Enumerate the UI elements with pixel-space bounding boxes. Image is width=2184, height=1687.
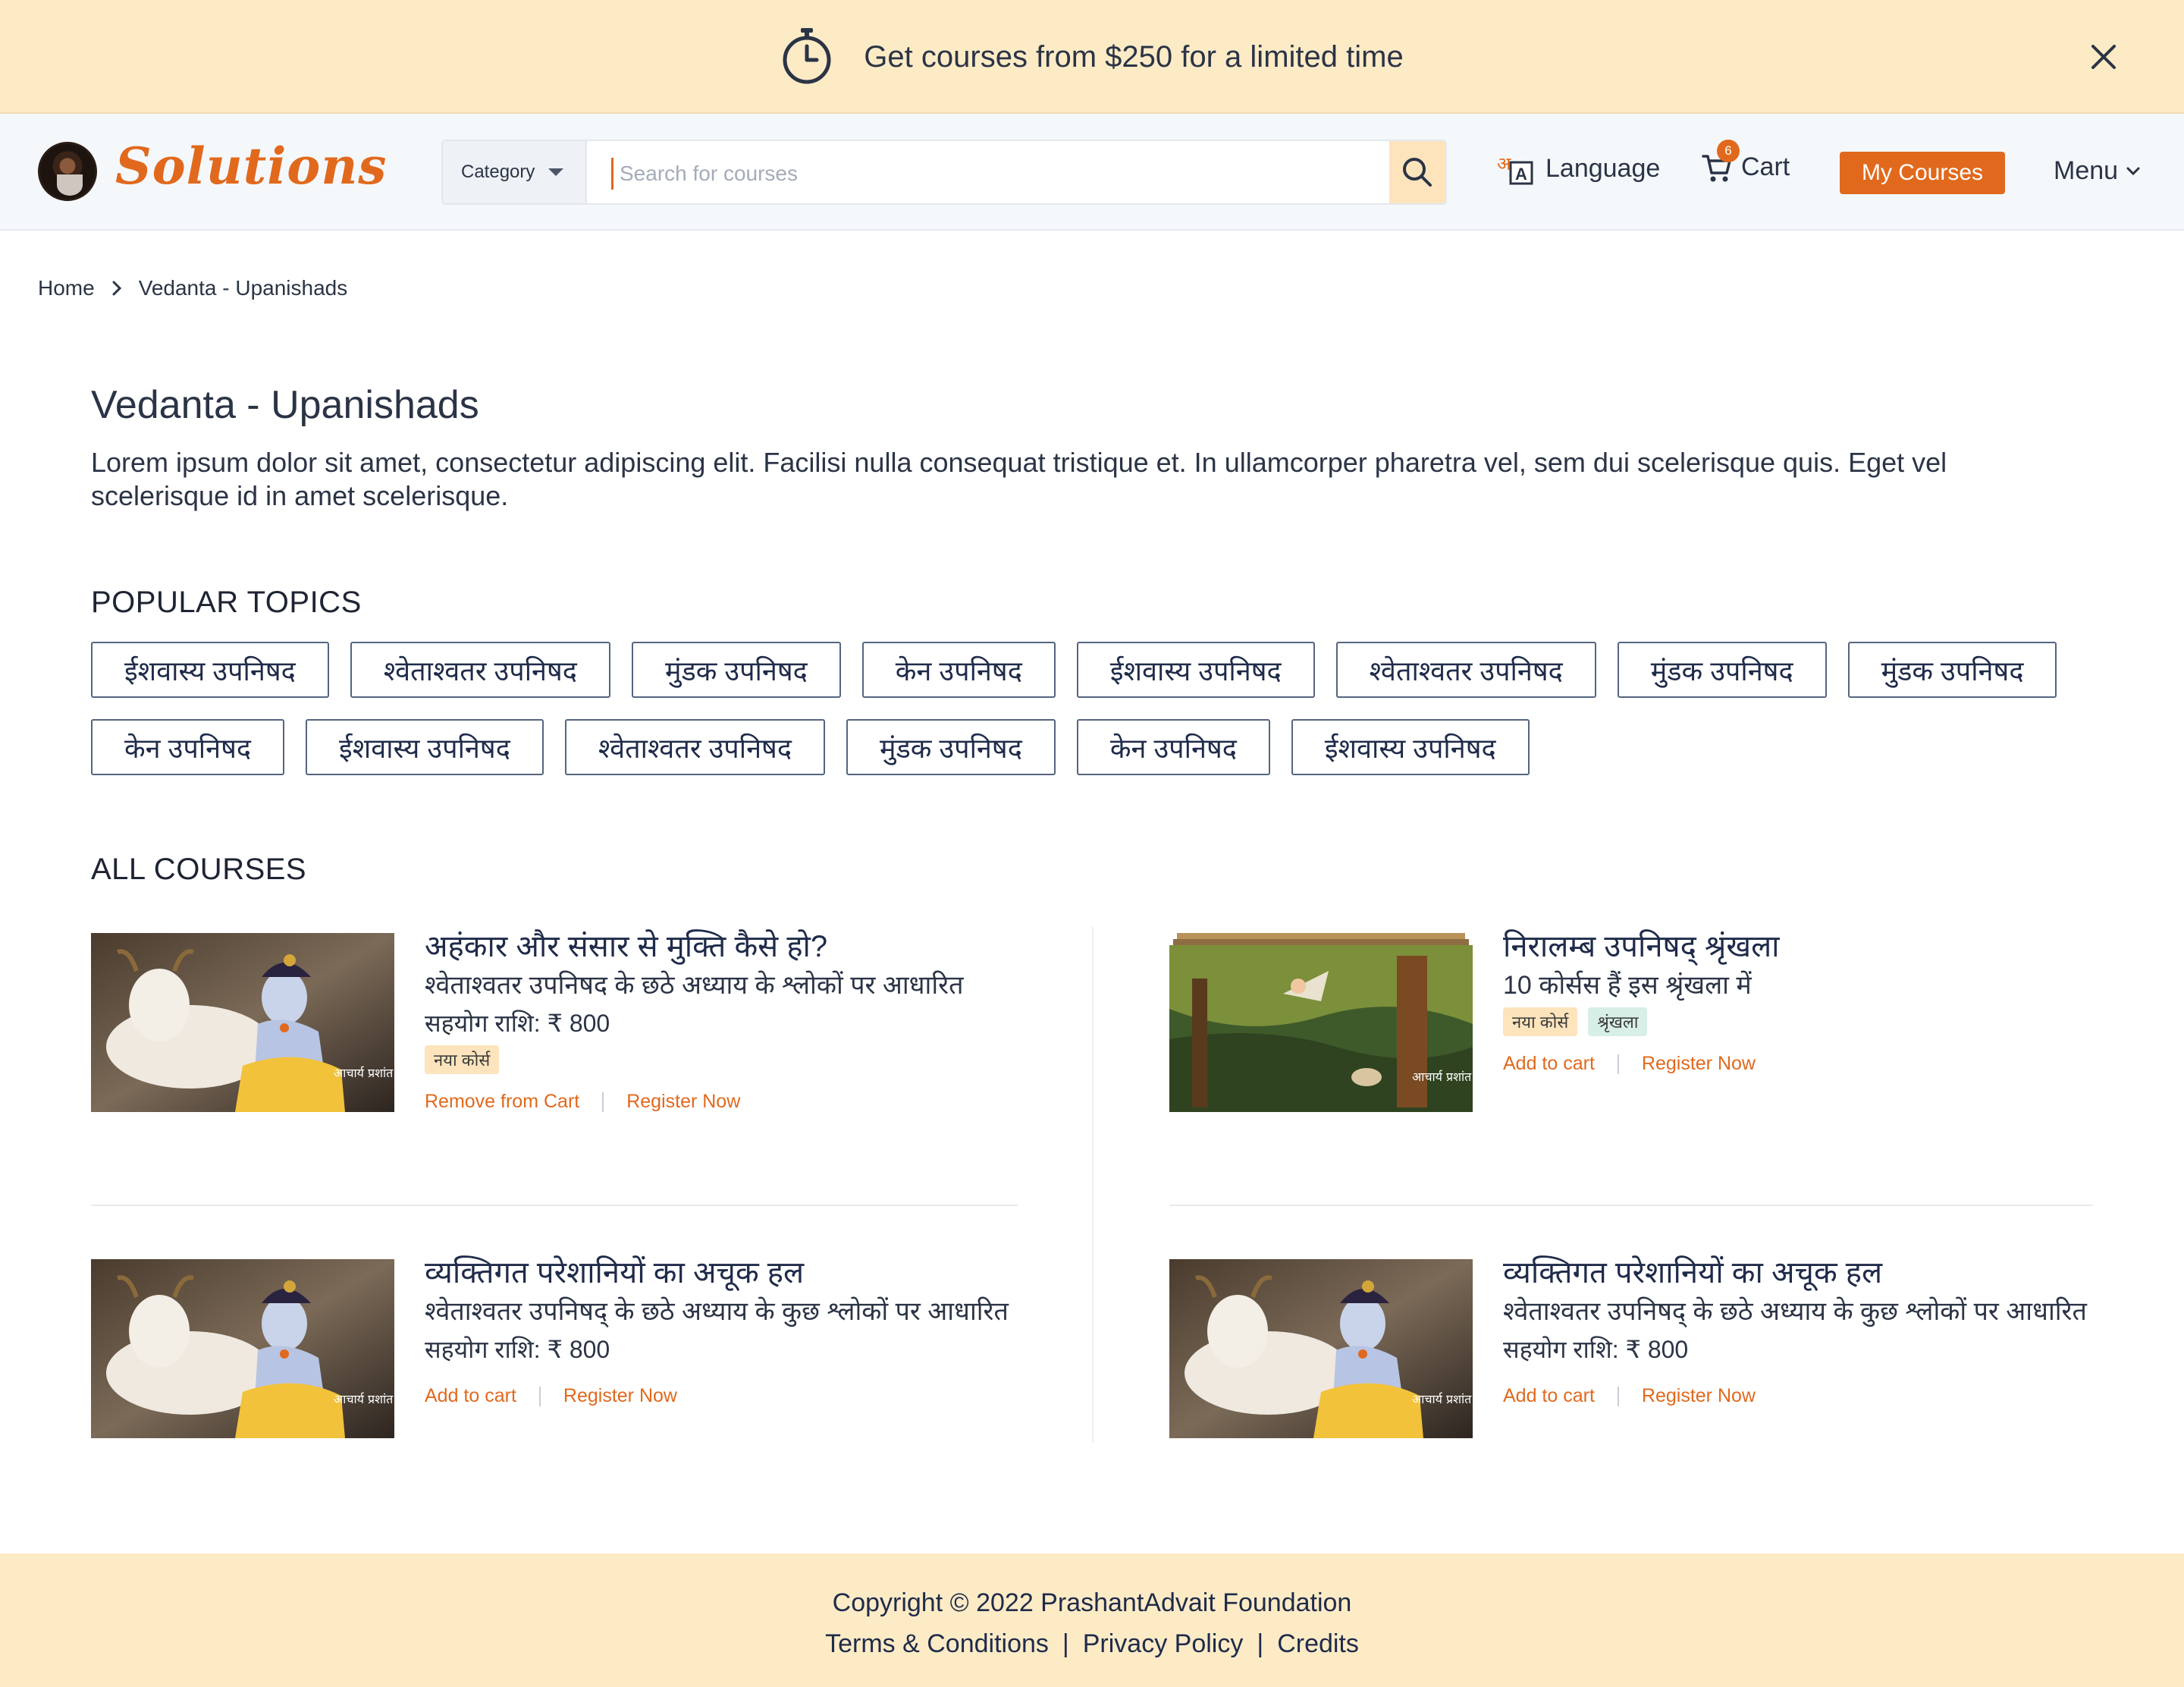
page-description: Lorem ipsum dolor sit amet, consectetur …	[91, 447, 1947, 511]
category-label: Category	[461, 162, 535, 182]
search-bar: Category	[441, 140, 1447, 205]
action-divider	[1617, 1054, 1619, 1074]
language-icon: अ A	[1497, 153, 1533, 185]
course-price: सहयोग राशि: ₹ 800	[425, 1010, 610, 1037]
action-divider	[602, 1092, 604, 1112]
course-thumbnail[interactable]: आचार्य प्रशांत	[91, 1259, 394, 1438]
course-subtitle: 10 कोर्सस हैं इस श्रृंखला में	[1503, 971, 1752, 1000]
course-title[interactable]: व्यक्तिगत परेशानियों का अचूक हल	[1503, 1253, 2096, 1293]
topic-chip[interactable]: मुंडक उपनिषद	[1847, 642, 2057, 698]
credits-link[interactable]: Credits	[1277, 1629, 1359, 1659]
topic-chip[interactable]: श्वेताश्वतर उपनिषद	[350, 642, 610, 698]
row-divider	[1169, 1205, 2093, 1206]
course-subtitle: श्वेताश्वतर उपनिषद के छठे अध्याय के श्लो…	[425, 971, 964, 1000]
cart-label: Cart	[1741, 152, 1790, 181]
topic-chip[interactable]: श्वेताश्वतर उपनिषद	[564, 719, 825, 775]
action-divider	[1617, 1386, 1619, 1406]
course-subtitle: श्वेताश्वतर उपनिषद् के छठे अध्याय के कुछ…	[425, 1297, 1009, 1326]
register-now-button[interactable]: Register Now	[1642, 1385, 1756, 1407]
topic-chip[interactable]: मुंडक उपनिषद	[1617, 642, 1827, 698]
course-thumbnail[interactable]: आचार्य प्रशांत	[91, 933, 394, 1112]
new-course-badge: नया कोर्स	[1503, 1007, 1578, 1036]
topic-chip[interactable]: केन उपनिषद	[1076, 719, 1270, 775]
menu-label: Menu	[2054, 156, 2119, 185]
topic-chip[interactable]: ईशवास्य उपनिषद	[91, 642, 329, 698]
chevron-down-icon	[2126, 167, 2140, 175]
language-button[interactable]: अ A Language	[1495, 152, 1660, 185]
register-now-button[interactable]: Register Now	[1642, 1053, 1756, 1075]
course-title[interactable]: निरालम्ब उपनिषद् श्रृंखला	[1503, 927, 2096, 966]
footer-links: Terms & Conditions | Privacy Policy | Cr…	[0, 1629, 2184, 1659]
course-title[interactable]: अहंकार और संसार से मुक्ति कैसे हो?	[425, 927, 1018, 966]
all-courses-heading: ALL COURSES	[91, 853, 307, 886]
site-footer: Copyright © 2022 PrashantAdvait Foundati…	[0, 1553, 2184, 1687]
add-to-cart-button[interactable]: Add to cart	[425, 1385, 516, 1407]
svg-text:अ: अ	[1497, 153, 1511, 174]
svg-text:A: A	[1515, 165, 1527, 184]
terms-link[interactable]: Terms & Conditions	[825, 1629, 1049, 1659]
search-button[interactable]	[1389, 141, 1445, 203]
language-label: Language	[1545, 153, 1661, 183]
topic-chip[interactable]: केन उपनिषद	[91, 719, 285, 775]
page-title: Vedanta - Upanishads	[91, 383, 479, 427]
copyright-text: Copyright © 2022 PrashantAdvait Foundati…	[832, 1588, 1352, 1617]
add-to-cart-button[interactable]: Add to cart	[1503, 1053, 1595, 1075]
course-subtitle: श्वेताश्वतर उपनिषद् के छठे अध्याय के कुछ…	[1503, 1297, 2087, 1326]
course-grid: आचार्य प्रशांत अहंकार और संसार से मुक्ति…	[91, 927, 2093, 1450]
topic-chip[interactable]: केन उपनिषद	[861, 642, 1056, 698]
privacy-policy-link[interactable]: Privacy Policy	[1083, 1629, 1244, 1659]
action-divider	[538, 1386, 541, 1406]
promo-banner: Get courses from $250 for a limited time	[0, 0, 2184, 114]
stopwatch-icon	[780, 27, 833, 88]
register-now-button[interactable]: Register Now	[563, 1385, 677, 1407]
thumbnail-watermark: आचार्य प्रशांत	[334, 1392, 394, 1406]
popular-topics-heading: POPULAR TOPICS	[91, 586, 362, 619]
breadcrumb-home[interactable]: Home	[38, 276, 95, 300]
topic-chip[interactable]: श्वेताश्वतर उपनिषद	[1335, 642, 1596, 698]
thumbnail-watermark: आचार्य प्रशांत	[334, 1066, 394, 1080]
topic-chip[interactable]: ईशवास्य उपनिषद	[1291, 719, 1530, 775]
new-course-badge: नया कोर्स	[425, 1045, 500, 1074]
my-courses-button[interactable]: My Courses	[1840, 152, 2005, 194]
course-thumbnail[interactable]: आचार्य प्रशांत	[1169, 1259, 1473, 1438]
topic-chip[interactable]: मुंडक उपनिषद	[846, 719, 1056, 775]
close-icon[interactable]	[2088, 42, 2119, 72]
topic-chip[interactable]: मुंडक उपनिषद	[631, 642, 841, 698]
promo-text: Get courses from $250 for a limited time	[864, 39, 1404, 74]
topic-chip[interactable]: ईशवास्य उपनिषद	[1076, 642, 1315, 698]
chevron-down-icon	[548, 168, 564, 176]
avatar[interactable]	[38, 142, 97, 201]
thumbnail-watermark: आचार्य प्रशांत	[1412, 1392, 1472, 1406]
chevron-right-icon	[112, 281, 121, 296]
thumbnail-watermark: आचार्य प्रशांत	[1412, 1070, 1472, 1084]
menu-button[interactable]: Menu	[2054, 156, 2141, 186]
column-divider	[1092, 927, 1094, 1443]
site-header: Solutions Category अ A Language	[0, 114, 2184, 231]
search-input[interactable]	[611, 158, 1389, 190]
course-thumbnail[interactable]: आचार्य प्रशांत	[1169, 933, 1473, 1112]
footer-separator: |	[1257, 1629, 1264, 1658]
topic-chip[interactable]: ईशवास्य उपनिषद	[306, 719, 544, 775]
category-dropdown[interactable]: Category	[443, 141, 587, 203]
breadcrumb-current: Vedanta - Upanishads	[138, 276, 348, 300]
topic-list: ईशवास्य उपनिषद श्वेताश्वतर उपनिषद मुंडक …	[91, 642, 2108, 775]
course-title[interactable]: व्यक्तिगत परेशानियों का अचूक हल	[425, 1253, 1018, 1293]
add-to-cart-button[interactable]: Add to cart	[1503, 1385, 1595, 1407]
cart-button[interactable]: 6 Cart	[1702, 140, 1790, 184]
search-icon	[1403, 158, 1432, 187]
row-divider	[91, 1205, 1018, 1206]
course-price: सहयोग राशि: ₹ 800	[425, 1336, 610, 1363]
register-now-button[interactable]: Register Now	[626, 1091, 740, 1113]
cart-count-badge: 6	[1717, 140, 1740, 162]
breadcrumb: Home Vedanta - Upanishads	[38, 276, 347, 300]
footer-separator: |	[1062, 1629, 1069, 1658]
course-price: सहयोग राशि: ₹ 800	[1503, 1336, 1689, 1363]
remove-from-cart-button[interactable]: Remove from Cart	[425, 1091, 579, 1113]
series-badge: श्रृंखला	[1588, 1007, 1648, 1036]
site-logo[interactable]: Solutions	[115, 137, 387, 196]
